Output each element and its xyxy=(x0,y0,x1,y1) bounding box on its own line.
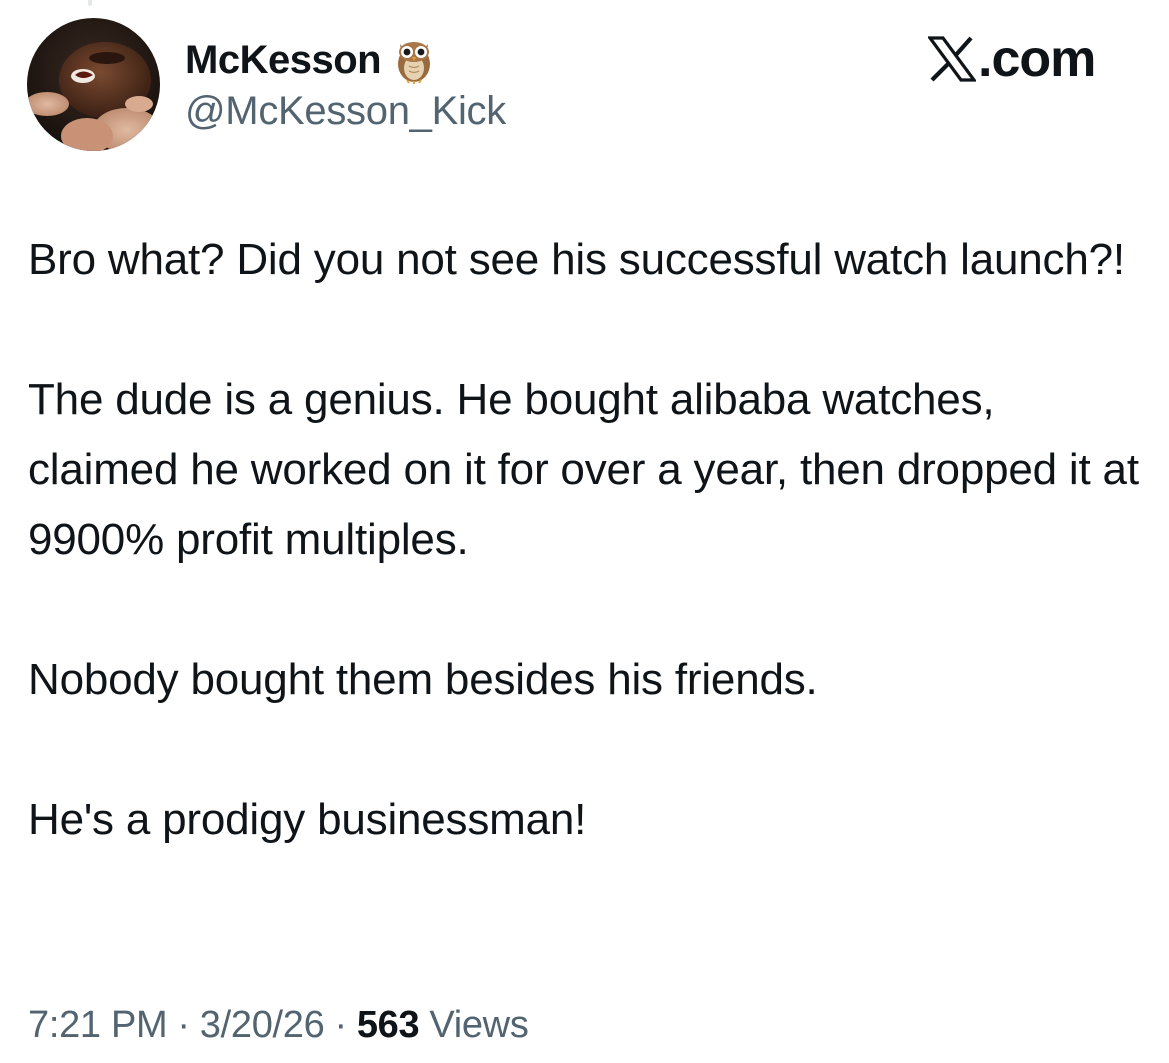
author-handle[interactable]: @McKesson_Kick xyxy=(185,89,506,134)
brand-watermark[interactable]: .com xyxy=(926,28,1096,90)
author-name-row: McKesson xyxy=(185,34,433,86)
tweet-paragraph: Nobody bought them besides his friends. xyxy=(28,655,818,704)
views-count: 563 xyxy=(356,1003,420,1046)
tweet-paragraph: The dude is a genius. He bought alibaba … xyxy=(28,375,1151,564)
scroll-indicator xyxy=(88,0,92,6)
tweet-text: Bro what? Did you not see his successful… xyxy=(28,225,1148,855)
meta-separator: · xyxy=(334,1003,347,1046)
author-name[interactable]: McKesson xyxy=(185,38,382,83)
owl-emoji-icon xyxy=(395,36,433,84)
brand-suffix: .com xyxy=(978,30,1096,88)
avatar[interactable] xyxy=(27,18,160,151)
tweet-time[interactable]: 7:21 PM xyxy=(28,1004,168,1047)
tweet-paragraph: Bro what? Did you not see his successful… xyxy=(28,235,1125,284)
views-label: Views xyxy=(429,1003,529,1046)
tweet-date[interactable]: 3/20/26 xyxy=(200,1004,325,1047)
tweet-paragraph: He's a prodigy businessman! xyxy=(28,795,587,844)
tweet-card: McKesson @McKesson_Kick .com Bro what? D… xyxy=(0,0,1169,1063)
meta-separator: · xyxy=(177,1003,190,1046)
avatar-image xyxy=(27,18,160,151)
x-logo-icon xyxy=(926,36,978,82)
tweet-meta: 7:21 PM · 3/20/26 · 563 Views xyxy=(28,1000,529,1050)
views-link[interactable]: 563 Views xyxy=(357,1004,529,1047)
